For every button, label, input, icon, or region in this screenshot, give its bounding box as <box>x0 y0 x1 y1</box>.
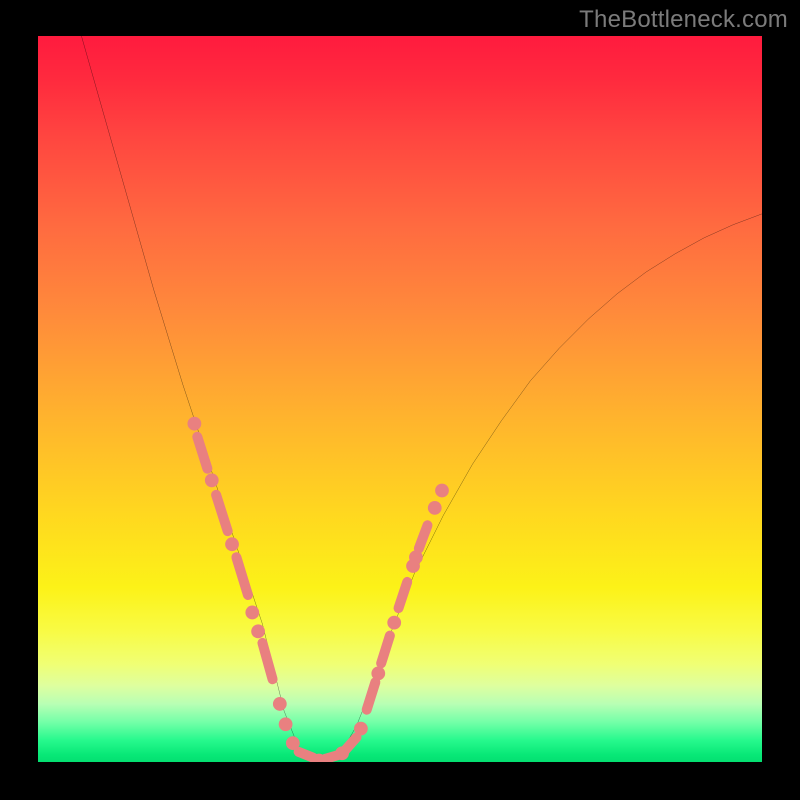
watermark-text: TheBottleneck.com <box>579 6 788 34</box>
overlay-dot <box>225 537 239 551</box>
overlay-dot <box>371 667 385 681</box>
overlay-dash <box>381 636 390 664</box>
overlay-dot <box>245 606 259 620</box>
plot-area <box>38 36 762 762</box>
overlay-dash <box>197 437 207 469</box>
overlay-dash <box>299 752 313 758</box>
overlay-dot <box>409 550 423 564</box>
overlay-dot <box>335 746 349 760</box>
overlay-dashes <box>197 437 427 759</box>
curve-group <box>81 36 762 762</box>
overlay-dot <box>387 616 401 630</box>
overlay-dot <box>435 484 449 498</box>
overlay-dash <box>236 557 248 595</box>
overlay-dot <box>188 417 202 431</box>
overlay-dash <box>419 525 428 548</box>
overlay-dot <box>428 501 442 515</box>
bottleneck-curve <box>81 36 762 762</box>
overlay-dash <box>262 643 272 679</box>
overlay-dot <box>354 722 368 736</box>
overlay-dash <box>367 682 376 710</box>
chart-frame: TheBottleneck.com <box>0 0 800 800</box>
overlay-dot <box>205 473 219 487</box>
overlay-dot <box>273 697 287 711</box>
overlay-dot <box>251 624 265 638</box>
overlay-dot <box>279 717 293 731</box>
overlay-dash <box>216 495 228 531</box>
overlay-dash <box>399 582 408 608</box>
overlay-dot <box>286 736 300 750</box>
curve-svg <box>38 36 762 762</box>
